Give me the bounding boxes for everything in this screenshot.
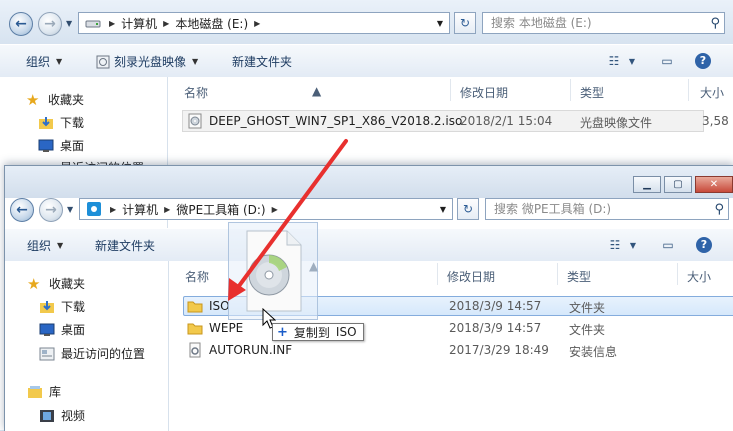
tooltip-action: 复制到	[293, 325, 330, 340]
drag-copy-tooltip: + 复制到 ISO	[272, 323, 364, 341]
plus-icon: +	[277, 324, 288, 340]
tooltip-target: ISO	[335, 325, 357, 339]
annotation-arrow	[228, 139, 348, 301]
